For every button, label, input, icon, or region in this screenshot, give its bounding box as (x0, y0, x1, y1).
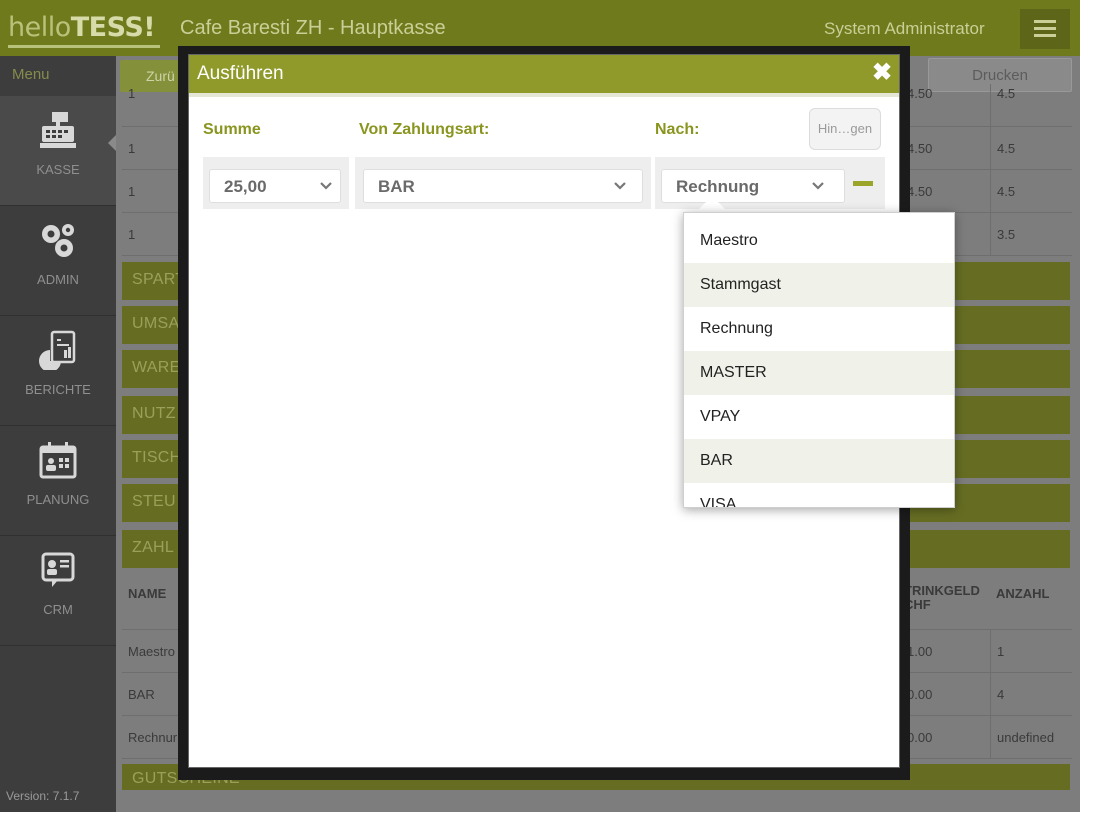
sidebar-item-berichte[interactable]: BERICHTE (0, 316, 116, 426)
cash-register-icon (40, 112, 76, 148)
app-title: Cafe Baresti ZH - Hauptkasse (180, 17, 446, 39)
report-icon (39, 330, 76, 370)
sidebar-item-planung[interactable]: PLANUNG (0, 426, 116, 536)
version-label: Version: 7.1.7 (6, 789, 80, 803)
dropdown-option[interactable]: Maestro (684, 219, 954, 263)
sidebar-item-admin[interactable]: ADMIN (0, 206, 116, 316)
sidebar: Menu KASSE ADMIN BERICHTE PLANUNG CRM Ve… (0, 56, 116, 812)
header-divider (189, 93, 899, 97)
calendar-icon (39, 442, 77, 479)
payment-type-dropdown[interactable]: Maestro Stammgast Rechnung MASTER VPAY B… (683, 212, 955, 508)
user-name[interactable]: System Administrator (824, 19, 985, 39)
dropdown-option[interactable]: VPAY (684, 395, 954, 439)
chevron-down-icon (320, 182, 332, 190)
sum-label: Summe (203, 121, 261, 138)
add-hint-button[interactable]: Hin…gen (809, 108, 881, 150)
chevron-down-icon (812, 182, 824, 190)
dropdown-pointer (697, 196, 727, 211)
logo-underline (8, 45, 160, 48)
sidebar-item-kasse[interactable]: KASSE (0, 96, 116, 206)
dropdown-option[interactable]: Stammgast (684, 263, 954, 307)
dropdown-option[interactable]: MASTER (684, 351, 954, 395)
hamburger-menu-icon[interactable] (1020, 9, 1070, 49)
app-window: helloTESS! Cafe Baresti ZH - Hauptkasse … (0, 0, 1080, 812)
dropdown-option[interactable]: VISA (684, 483, 954, 507)
active-indicator (108, 135, 116, 151)
dropdown-option[interactable]: BAR (684, 439, 954, 483)
dialog-title: Ausführen (197, 63, 284, 84)
sum-select[interactable]: 25,00 (209, 169, 341, 203)
sidebar-item-label: PLANUNG (26, 492, 90, 507)
from-payment-select[interactable]: BAR (363, 169, 643, 203)
logo: helloTESS! (8, 12, 156, 43)
contact-card-icon (41, 552, 75, 587)
sidebar-item-label: ADMIN (37, 272, 79, 287)
sidebar-item-label: KASSE (36, 162, 80, 177)
sidebar-menu-label[interactable]: Menu (12, 66, 50, 83)
remove-row-button[interactable] (853, 181, 873, 186)
dialog-header: Ausführen ✖ (189, 55, 899, 93)
from-label: Von Zahlungsart: (359, 121, 490, 138)
sidebar-item-label: BERICHTE (25, 382, 91, 397)
close-icon[interactable]: ✖ (869, 59, 895, 87)
sidebar-item-crm[interactable]: CRM (0, 536, 116, 646)
to-payment-select[interactable]: Rechnung (661, 169, 845, 203)
sidebar-item-label: CRM (43, 602, 73, 617)
chevron-down-icon (614, 182, 626, 190)
dropdown-option[interactable]: Rechnung (684, 307, 954, 351)
gears-icon (42, 224, 74, 257)
to-label: Nach: (655, 121, 700, 138)
